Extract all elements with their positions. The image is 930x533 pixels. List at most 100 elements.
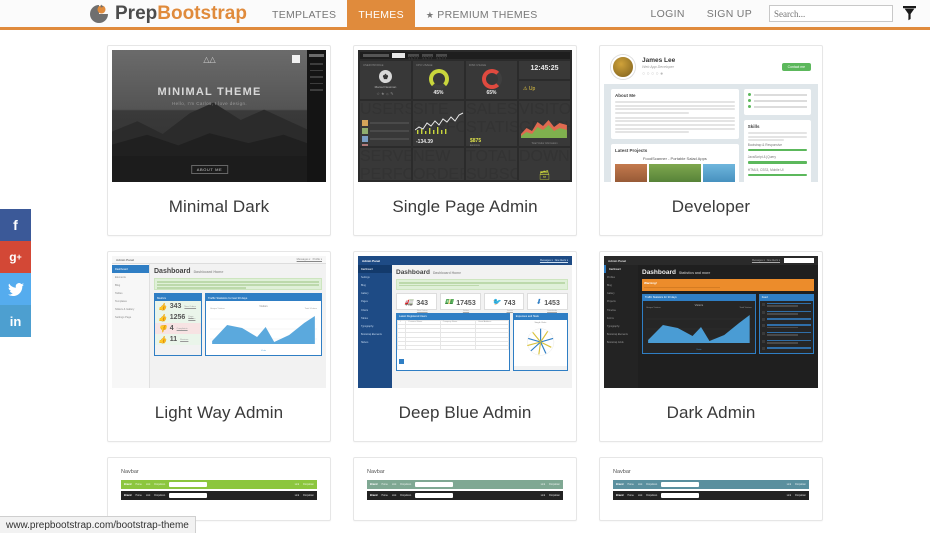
google-plus-icon[interactable]: g + xyxy=(0,241,31,273)
linkedin-icon[interactable]: in xyxy=(0,305,31,337)
nb1d-link-2: Dropdown xyxy=(154,494,166,497)
nav-item-premium-themes[interactable]: ★ PREMIUM THEMES xyxy=(415,0,549,30)
brand-part2: Bootstrap xyxy=(157,3,247,24)
theme-row-3: Navbar Brand Home Link Dropdown Link Drop… xyxy=(0,457,930,521)
nb1-label: Navbar xyxy=(121,469,139,475)
theme-card-navbar-steel[interactable]: Navbar Brand Home Link Dropdown Link Drop… xyxy=(599,457,823,521)
nb2-link-1: Link xyxy=(391,483,397,486)
star-icon: ★ xyxy=(425,9,435,20)
lwa-menu-4: Templates xyxy=(115,299,127,303)
theme-card-dark-admin[interactable]: Admin Panel Messages ▾ New Alerts ▾ Dashb… xyxy=(599,251,823,442)
dba-menu-2: Blog xyxy=(361,283,366,287)
login-link[interactable]: LOGIN xyxy=(640,8,696,20)
theme-card-navbar-sage[interactable]: Navbar Brand Home Link Dropdown Link Drop… xyxy=(353,457,577,521)
dba-brand: Admin Panel xyxy=(362,258,381,263)
search-input[interactable] xyxy=(769,5,893,22)
nav-label-templates: TEMPLATES xyxy=(271,9,337,21)
site-header: PrepBootstrap TEMPLATES THEMES ★ PREMIUM … xyxy=(0,0,930,30)
nb2-rlink-0: Link xyxy=(540,483,546,486)
mountain-logo-icon: △△ xyxy=(203,55,216,64)
theme-title: Light Way Admin xyxy=(154,403,284,422)
twitter-icon[interactable] xyxy=(0,273,31,305)
dba-menu-5: Charts xyxy=(361,308,369,312)
nav-label-premium: PREMIUM THEMES xyxy=(437,9,538,21)
developer-skill-1: Bootstrap & Responsive xyxy=(747,142,782,147)
nav-label-themes: THEMES xyxy=(358,9,404,21)
lwa-brand: Admin Panel xyxy=(116,257,135,262)
minimal-dark-subtitle: Hello, I'm Carlos, I love design. xyxy=(171,101,248,106)
nb3-label: Navbar xyxy=(613,469,631,475)
spa-warning: Up xyxy=(528,86,536,92)
da-menu-2: Blog xyxy=(607,283,612,287)
nb3-link-0: Home xyxy=(627,483,634,486)
developer-panel-skills: Skills xyxy=(747,124,760,129)
theme-card-developer[interactable]: James Lee Web App Developer ○○○○● Contac… xyxy=(599,45,823,236)
nb3d-rlink-1: Dropdown xyxy=(795,494,806,497)
developer-social-dots: ○○○○● xyxy=(642,71,665,77)
theme-card-navbar-green[interactable]: Navbar Brand Home Link Dropdown Link Drop… xyxy=(107,457,331,521)
filter-funnel-icon[interactable] xyxy=(903,6,916,21)
theme-thumbnail-dark-admin: Admin Panel Messages ▾ New Alerts ▾ Dashb… xyxy=(604,256,818,388)
da-menu-1: Profiles xyxy=(607,275,615,279)
developer-skill-2: JavaScript & jQuery xyxy=(747,155,776,160)
nb3-rlink-0: Link xyxy=(786,483,792,486)
spa-clock: 12:45:25 xyxy=(530,65,559,72)
nav-item-templates[interactable]: TEMPLATES xyxy=(261,0,347,30)
nb3d-link-2: Dropdown xyxy=(646,494,658,497)
lwa-menu-0: Dashboard xyxy=(112,265,149,273)
nb2-link-0: Home xyxy=(381,483,388,486)
nb3-link-1: Link xyxy=(637,483,643,486)
da-brand: Admin Panel xyxy=(608,258,627,263)
dba-menu-6: Tables xyxy=(361,316,368,320)
dba-menu-7: Typography xyxy=(361,324,374,328)
lwa-stat-2-label: Complaints xyxy=(176,327,188,330)
theme-row-1: △△ MINIMAL THEME Hello, I'm Carlos, I lo… xyxy=(0,45,930,236)
spa-money1-label: Earnings xyxy=(470,144,480,146)
lwa-stat-0-label: New Orders xyxy=(184,305,197,308)
nb2-label: Navbar xyxy=(367,469,385,475)
nb2d-search xyxy=(415,492,454,499)
nb3-link-2: Dropdown xyxy=(646,483,658,486)
da-menu-8: Bootstrap Elements xyxy=(607,333,628,337)
dba-subheading: Dashboard Home xyxy=(432,271,462,275)
nb2d-brand: Brand xyxy=(370,494,378,497)
theme-title: Dark Admin xyxy=(666,403,756,422)
dba-kpi-1: 17453 xyxy=(456,299,476,307)
nb2-search xyxy=(415,481,454,488)
dba-menu-4: Pages xyxy=(361,300,368,304)
nb2-link-2: Dropdown xyxy=(400,483,412,486)
lwa-stat-3-label: Reviews xyxy=(180,338,189,341)
brand-logo-link[interactable]: PrepBootstrap xyxy=(88,0,247,27)
browser-status-bar: www.prepbootstrap.com/bootstrap-theme xyxy=(0,516,196,533)
da-alert-title: Warning! xyxy=(644,281,657,285)
facebook-icon[interactable]: f xyxy=(0,209,31,241)
nb1-rlink-0: Link xyxy=(294,483,300,486)
minimal-dark-title: MINIMAL THEME xyxy=(157,86,262,98)
nb3d-rlink-0: Link xyxy=(786,494,792,497)
da-menu-5: Timeline xyxy=(607,308,616,312)
signup-link[interactable]: SIGN UP xyxy=(696,8,763,20)
theme-thumbnail-navbar-steel: Navbar Brand Home Link Dropdown Link Drop… xyxy=(604,462,818,520)
spa-money1: $875 xyxy=(470,138,482,144)
nb3d-brand: Brand xyxy=(616,494,624,497)
da-menu-3: Gallery xyxy=(607,292,615,296)
nb1-link-0: Home xyxy=(135,483,142,486)
theme-title: Single Page Admin xyxy=(392,197,538,216)
minimal-dark-button: ABOUT ME xyxy=(190,165,229,174)
da-legend-left: Unique Visitors xyxy=(646,306,661,309)
theme-card-minimal-dark[interactable]: △△ MINIMAL THEME Hello, I'm Carlos, I lo… xyxy=(107,45,331,236)
nav-item-themes[interactable]: THEMES xyxy=(347,0,415,30)
da-menu-4: Projects xyxy=(607,300,616,304)
lwa-legend-left: Unique Visitors xyxy=(210,308,225,310)
theme-card-single-page-admin[interactable]: USER PROFILE ♚ Marcel Newman ☆★☼✎ CPU US… xyxy=(353,45,577,236)
da-menu-7: Typography xyxy=(607,324,620,328)
developer-panel-about: About Me xyxy=(615,93,636,98)
nb2-brand: Brand xyxy=(370,483,378,486)
lwa-stat-0: 343 xyxy=(169,303,182,310)
theme-card-deep-blue-admin[interactable]: Admin Panel Messages ▾ New Alerts ▾ Dashb… xyxy=(353,251,577,442)
nb1d-link-0: Home xyxy=(135,494,142,497)
theme-card-light-way-admin[interactable]: Admin Panel Messages ▾ Profile ▾ Dashboar… xyxy=(107,251,331,442)
da-menu-6: Forms xyxy=(607,316,614,320)
nb3-brand: Brand xyxy=(616,483,624,486)
spa-donut1: 45% xyxy=(433,90,444,96)
